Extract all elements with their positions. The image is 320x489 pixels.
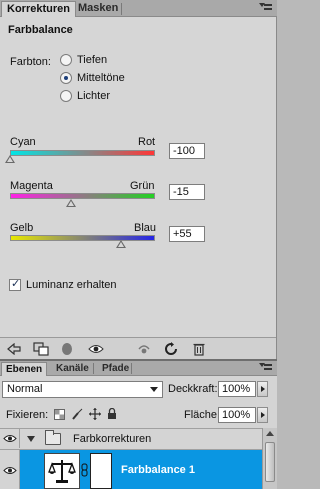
chevron-down-icon [150,387,158,392]
tab-separator [131,363,132,374]
fill-label: Fläche: [184,409,221,421]
ebenen-tabbar: Ebenen Kanäle Pfade [0,361,277,376]
yellow-blue-slider-track[interactable] [10,235,155,241]
radio-circle-checked [60,72,72,84]
magenta-green-value-input[interactable]: -15 [169,184,205,200]
tab-ebenen[interactable]: Ebenen [1,362,48,376]
radio-mitteltoene-label: Mitteltöne [77,72,125,84]
eye-icon [2,467,17,474]
radio-lichter[interactable]: Lichter [60,89,110,103]
menu-arrow-icon [259,3,265,7]
magenta-green-slider-thumb[interactable] [66,199,76,207]
adjustments-toolbar [0,337,276,359]
radio-circle [60,90,72,102]
tab-pfade-label: Pfade [102,363,130,374]
farbton-label: Farbton: [10,56,51,68]
lock-label: Fixieren: [6,409,49,421]
layer-mask-thumbnail[interactable] [90,453,112,489]
folder-icon [45,430,61,445]
magenta-green-slider-track[interactable] [10,193,155,199]
scroll-up-arrow-icon[interactable] [266,431,274,436]
cyan-red-slider-track[interactable] [10,150,155,156]
radio-lichter-label: Lichter [77,90,111,102]
cyan-red-slider-thumb[interactable] [5,155,15,163]
slider-cyan-label: Cyan [10,136,36,148]
reset-icon[interactable] [163,341,179,357]
menu-line-icon [264,4,272,6]
mask-toggle-icon[interactable] [59,341,75,357]
back-arrow-icon[interactable] [6,341,22,357]
tab-kanaele-label: Kanäle [56,363,89,374]
cyan-red-value-input[interactable]: -100 [169,143,205,159]
layer-name[interactable]: Farbkorrekturen [73,433,151,445]
menu-line-icon [264,368,272,370]
lock-image-pixels-icon[interactable] [71,408,83,420]
radio-circle [60,54,72,66]
fill-input[interactable]: 100% [218,407,256,423]
yellow-blue-slider-thumb[interactable] [116,240,126,248]
tab-pfade[interactable]: Pfade [98,362,133,376]
mask-link-icon[interactable] [81,463,89,477]
tab-separator [121,3,122,15]
eye-icon [2,435,17,442]
luminance-checkbox[interactable]: Luminanz erhalten [9,277,117,291]
menu-line-icon [264,364,272,366]
menu-arrow-icon [259,363,265,367]
tab-korrekturen-label: Korrekturen [7,3,70,15]
tab-kanaele[interactable]: Kanäle [52,362,93,376]
tab-ebenen-label: Ebenen [6,364,43,375]
korrekturen-panel: Korrekturen Masken Farbbalance Farbton: … [0,0,277,359]
checkbox-box [9,277,21,291]
layer-visibility-toggle[interactable] [0,429,20,448]
lock-all-icon[interactable] [106,408,118,420]
trash-icon[interactable] [191,341,207,357]
luminance-label: Luminanz erhalten [26,279,117,291]
blend-mode-value: Normal [7,383,43,395]
ebenen-panel: Ebenen Kanäle Pfade Normal Deckkraft: 10… [0,359,277,489]
slider-rot-label: Rot [138,136,156,148]
slider-gelb-label: Gelb [10,222,34,234]
layer-row-selected[interactable]: Farbbalance 1 [0,449,262,489]
previous-state-icon[interactable] [136,341,152,357]
radio-mitteltoene[interactable]: Mitteltöne [60,71,125,85]
lock-transparent-pixels-icon[interactable] [53,408,65,420]
blend-mode-select[interactable]: Normal [2,381,163,398]
fill-slider-button[interactable] [257,407,268,423]
lock-position-icon[interactable] [89,408,101,420]
yellow-blue-value-input[interactable]: +55 [169,226,205,242]
layers-menu-button[interactable] [259,362,273,374]
color-balance-scale-icon[interactable] [44,453,80,489]
layer-row-group[interactable]: Farbkorrekturen [0,428,262,448]
layer-name[interactable]: Farbbalance 1 [121,464,195,476]
expand-triangle-icon[interactable] [27,436,35,442]
radio-tiefen[interactable]: Tiefen [60,53,107,67]
visibility-eye-icon[interactable] [88,341,104,357]
adjustment-title: Farbbalance [8,24,73,36]
tab-separator [93,363,94,374]
slider-magenta-label: Magenta [10,180,53,192]
tab-masken-label: Masken [78,2,119,14]
clip-to-layer-icon[interactable] [33,341,49,357]
slider-blau-label: Blau [134,222,157,234]
scroll-thumb[interactable] [265,442,275,482]
tab-masken[interactable]: Masken [73,1,123,17]
layers-scrollbar[interactable] [262,428,277,489]
opacity-slider-button[interactable] [257,381,268,397]
tab-korrekturen[interactable]: Korrekturen [1,1,76,17]
panel-menu-button[interactable] [259,2,273,14]
korrekturen-tabbar: Korrekturen Masken [0,0,277,17]
opacity-input[interactable]: 100% [218,381,256,397]
slider-gruen-label: Grün [130,180,155,192]
menu-line-icon [264,8,272,10]
layer-visibility-toggle[interactable] [0,450,20,489]
opacity-label: Deckkraft: [168,383,218,395]
radio-tiefen-label: Tiefen [77,54,108,66]
